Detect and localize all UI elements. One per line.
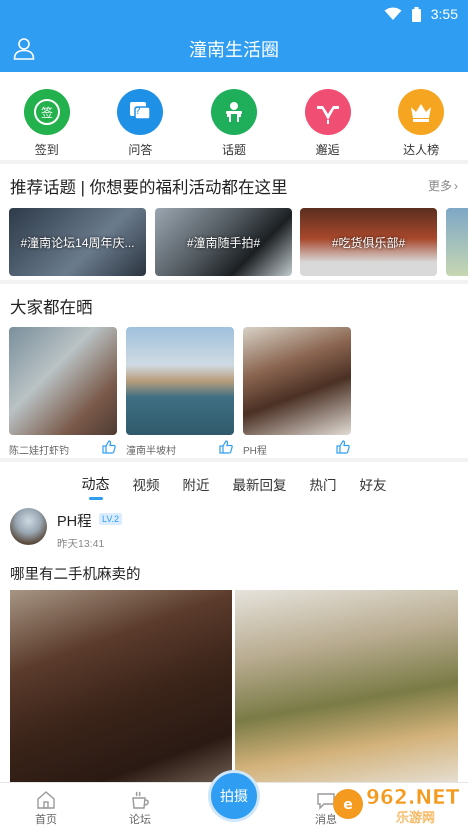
post-author[interactable]: PH程: [57, 510, 92, 531]
topic-card[interactable]: #吃货俱乐部#: [300, 208, 437, 276]
topic-icon: [210, 89, 257, 135]
post-image[interactable]: [10, 590, 232, 790]
tab-hot[interactable]: 热门: [310, 462, 337, 500]
post-time: 昨天13:41: [57, 538, 105, 550]
top-bar: 3:55 潼南生活圈: [0, 0, 468, 72]
svg-text:e: e: [343, 797, 353, 813]
more-label: 更多: [427, 179, 452, 193]
like-icon[interactable]: [336, 440, 350, 454]
watermark-logo: e 962.NET 乐游网: [333, 785, 460, 826]
topic-label: #潼南论坛14周年庆...: [20, 236, 135, 250]
photo-thumb[interactable]: [126, 327, 234, 435]
quick-item-label: 邂逅: [315, 143, 340, 157]
topic-label: #潼南随手拍#: [186, 236, 261, 250]
photo-author: 陈二娃打虾钓: [9, 446, 69, 457]
battery-icon: [411, 6, 421, 22]
home-icon: [37, 791, 55, 809]
nav-label: 首页: [35, 814, 57, 826]
tab-friends[interactable]: 好友: [360, 462, 387, 500]
post-image[interactable]: [235, 590, 458, 790]
quick-item-encounter[interactable]: 邂逅: [298, 89, 358, 158]
topics-more-link[interactable]: 更多 ›: [428, 177, 458, 194]
quick-item-label: 问答: [128, 143, 153, 157]
svg-text:962.NET: 962.NET: [366, 785, 460, 809]
post-title[interactable]: 哪里有二手机麻卖的: [10, 563, 141, 584]
topics-title: 推荐话题 | 你想要的福利活动都在这里: [10, 179, 288, 197]
topics-section: 推荐话题 | 你想要的福利活动都在这里 更多 › #潼南论坛14周年庆... #…: [0, 164, 468, 280]
shoot-button[interactable]: 拍摄: [208, 770, 260, 822]
svg-text:乐游网: 乐游网: [396, 811, 435, 826]
photos-title: 大家都在晒: [10, 299, 93, 317]
level-badge: LV.2: [99, 513, 123, 525]
topic-card-partial[interactable]: [446, 208, 468, 276]
photo-thumb[interactable]: [243, 327, 351, 435]
photos-section: 大家都在晒 陈二娃打虾钓 潼南半坡村 PH程: [0, 284, 468, 458]
wifi-icon: [384, 7, 402, 20]
topic-card[interactable]: #潼南随手拍#: [155, 208, 292, 276]
status-bar: 3:55: [384, 4, 458, 24]
coffee-icon: [132, 791, 149, 809]
tab-video[interactable]: 视频: [133, 462, 160, 500]
svg-text:签: 签: [41, 105, 53, 120]
topic-card[interactable]: #潼南论坛14周年庆...: [9, 208, 146, 276]
feed-tabs: 动态 视频 附近 最新回复 热门 好友: [0, 462, 468, 500]
status-time: 3:55: [430, 6, 458, 22]
quick-item-sign-in[interactable]: 签 签到: [17, 89, 77, 158]
chevron-right-icon: ›: [454, 178, 458, 193]
photo-author: PH程: [243, 446, 267, 457]
svg-text:?: ?: [136, 106, 141, 117]
nav-forum[interactable]: 论坛: [110, 789, 170, 827]
sign-in-icon: 签: [23, 89, 70, 135]
like-icon[interactable]: [102, 440, 116, 454]
quick-item-label: 达人榜: [403, 143, 440, 157]
encounter-icon: [304, 89, 351, 135]
topic-label: #吃货俱乐部#: [331, 236, 406, 250]
quick-item-label: 话题: [221, 143, 246, 157]
quick-item-qa[interactable]: ? 问答: [110, 89, 170, 158]
like-icon[interactable]: [219, 440, 233, 454]
quick-entry-bar: 签 签到 ? 问答 话题 邂逅 达人榜: [0, 72, 468, 160]
tab-dynamic[interactable]: 动态: [82, 462, 110, 500]
quick-item-label: 签到: [34, 143, 59, 157]
feed-post[interactable]: PH程 LV.2 昨天13:41 哪里有二手机麻卖的: [0, 500, 468, 800]
tab-nearby[interactable]: 附近: [183, 462, 210, 500]
qa-icon: ?: [117, 89, 164, 135]
quick-item-ranking[interactable]: 达人榜: [391, 89, 451, 158]
crown-icon: [398, 89, 445, 135]
quick-item-topic[interactable]: 话题: [204, 89, 264, 158]
avatar[interactable]: [10, 508, 47, 545]
nav-home[interactable]: 首页: [16, 789, 76, 827]
photo-thumb[interactable]: [9, 327, 117, 435]
photo-author: 潼南半坡村: [126, 446, 176, 457]
app-root: 3:55 潼南生活圈 签 签到 ? 问答 话题 邂逅 达人榜 推荐话题 | 你想…: [0, 0, 468, 832]
nav-label: 论坛: [129, 814, 151, 826]
page-title: 潼南生活圈: [189, 40, 279, 60]
tab-latest-reply[interactable]: 最新回复: [233, 462, 287, 500]
